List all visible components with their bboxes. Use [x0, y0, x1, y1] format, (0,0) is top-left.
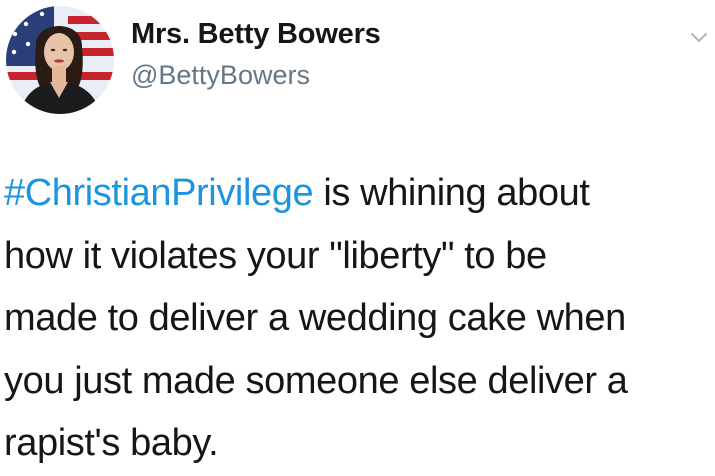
- tweet-text-line-2: how it violates your "liberty" to be: [4, 234, 547, 277]
- tweet-text-line-1: #ChristianPrivilege is whining about: [4, 162, 712, 225]
- author-display-name[interactable]: Mrs. Betty Bowers: [131, 18, 381, 51]
- tweet-text: #ChristianPrivilege is whining about how…: [4, 162, 712, 475]
- author-handle[interactable]: @BettyBowers: [131, 60, 310, 91]
- tweet-text-line-4: you just made someone else deliver a: [4, 359, 628, 402]
- author-avatar[interactable]: [6, 6, 114, 114]
- tweet-text-line-1-rest: is whining about: [313, 172, 590, 214]
- tweet-card: Mrs. Betty Bowers @BettyBowers #Christia…: [0, 0, 715, 476]
- chevron-down-icon[interactable]: [688, 26, 710, 48]
- tweet-text-line-3: made to deliver a wedding cake when: [4, 297, 626, 339]
- avatar-image: [6, 6, 114, 114]
- hashtag-link[interactable]: #ChristianPrivilege: [4, 172, 314, 214]
- tweet-text-line-5: rapist's baby.: [4, 422, 219, 464]
